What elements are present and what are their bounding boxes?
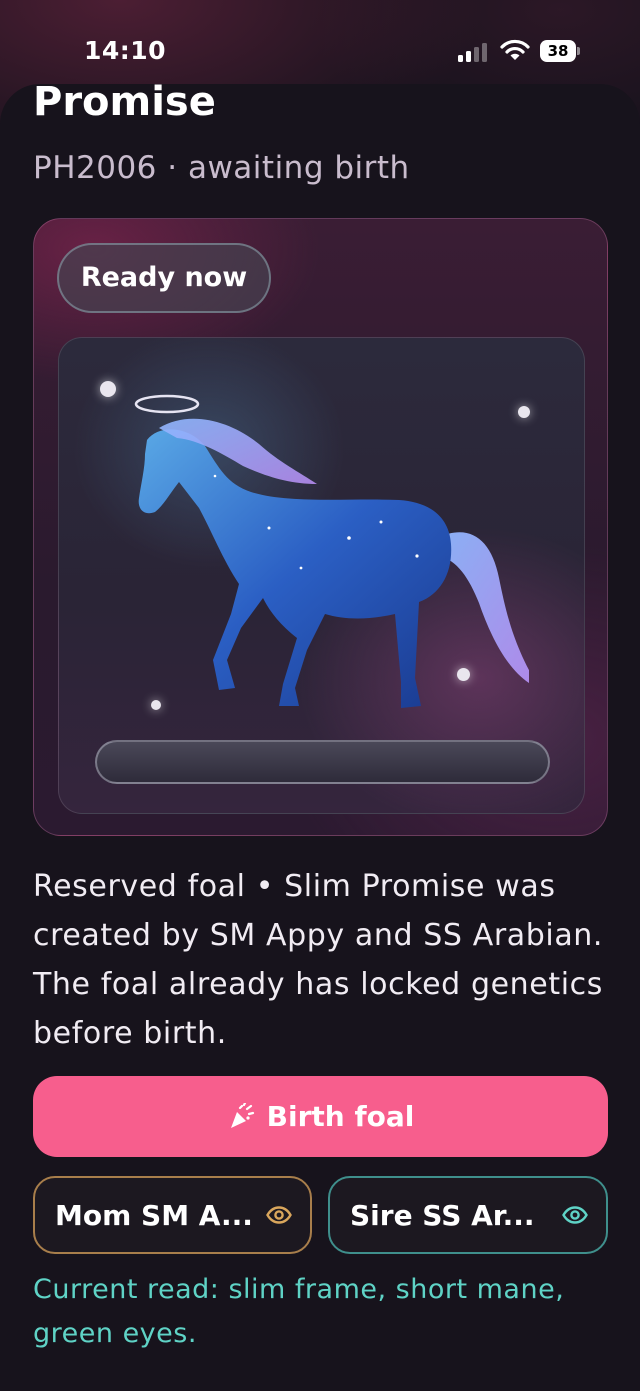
mom-parent-label: Mom SM A... (55, 1198, 253, 1232)
status-bar: 14:10 38 (0, 0, 640, 80)
page-title: Promise (33, 79, 216, 125)
eye-icon (266, 1206, 292, 1224)
birth-foal-label: Birth foal (266, 1100, 415, 1133)
page-subtitle: PH2006 · awaiting birth (33, 150, 410, 186)
battery-icon: 38 (540, 40, 580, 62)
birth-foal-button[interactable]: Birth foal (33, 1076, 608, 1157)
sparkle-orb (100, 381, 116, 397)
sire-parent-label: Sire SS Ar... (350, 1198, 535, 1232)
horse-illustration (134, 394, 529, 708)
horse-preview (58, 337, 585, 814)
foal-description: Reserved foal • Slim Promise was created… (33, 869, 604, 1051)
clock: 14:10 (84, 36, 167, 65)
sire-parent-button[interactable]: Sire SS Ar... (328, 1176, 608, 1254)
eye-icon (562, 1206, 588, 1224)
current-read-text: Current read: slim frame, short mane, gr… (33, 1274, 565, 1349)
wifi-icon (500, 39, 530, 60)
battery-level: 38 (540, 40, 576, 62)
party-popper-icon (230, 1102, 254, 1128)
mom-parent-button[interactable]: Mom SM A... (33, 1176, 312, 1254)
cellular-signal-icon (458, 42, 490, 62)
screen: 14:10 38 Promise PH2006 · awaiting birth… (0, 0, 640, 1391)
foal-card: Ready now (33, 218, 608, 836)
status-badge: Ready now (57, 243, 271, 313)
